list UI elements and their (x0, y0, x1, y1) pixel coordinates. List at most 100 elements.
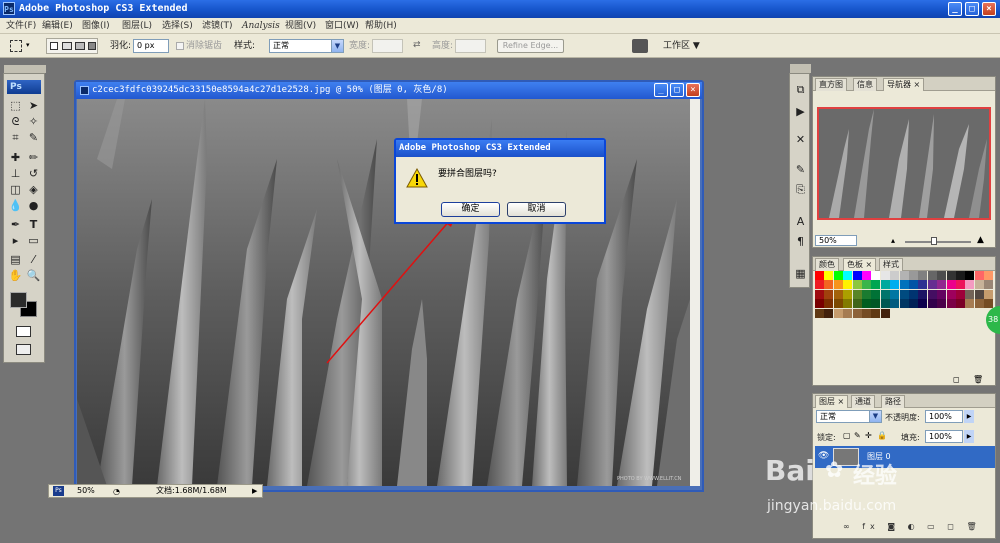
color-swatch[interactable] (824, 289, 834, 299)
color-swatch[interactable] (833, 280, 843, 290)
color-swatch[interactable] (862, 299, 871, 309)
icon-strip-grip[interactable] (790, 64, 811, 73)
color-swatch[interactable] (843, 280, 853, 290)
status-menu-arrow-icon[interactable]: ▶ (252, 485, 257, 497)
subtract-selection-icon[interactable] (75, 42, 85, 50)
color-swatch[interactable] (815, 289, 824, 299)
color-swatch[interactable] (862, 271, 871, 280)
pen-tool-icon[interactable]: ✒ (7, 217, 24, 232)
color-swatch[interactable] (815, 271, 824, 280)
color-swatch[interactable] (946, 289, 956, 299)
color-swatch[interactable] (824, 308, 834, 318)
screen-mode-icon[interactable] (16, 344, 31, 355)
menu-layer[interactable]: 图层(L) (122, 18, 152, 34)
color-swatch[interactable] (946, 280, 956, 290)
color-swatch[interactable] (871, 308, 881, 318)
color-swatch[interactable] (965, 280, 975, 290)
doc-maximize-button[interactable]: □ (670, 83, 684, 97)
color-swatch[interactable] (871, 289, 881, 299)
feather-input[interactable]: 0 px (133, 39, 169, 53)
menu-analysis[interactable]: Analysis (242, 18, 280, 34)
workspace-menu[interactable]: 工作区 ▼ (663, 41, 700, 51)
lock-all-icon[interactable]: 🔒 (877, 431, 887, 440)
color-swatch[interactable] (927, 289, 937, 299)
menu-image[interactable]: 图像(I) (82, 18, 110, 34)
doc-minimize-button[interactable]: _ (654, 83, 668, 97)
menu-edit[interactable]: 编辑(E) (42, 18, 73, 34)
color-swatch[interactable] (909, 271, 918, 280)
color-swatch[interactable] (974, 289, 984, 299)
paragraph-panel-icon[interactable]: ¶ (792, 234, 809, 249)
intersect-selection-icon[interactable] (88, 42, 96, 50)
tab-navigator[interactable]: 导航器 × (883, 78, 925, 91)
tab-info[interactable]: 信息 (853, 78, 877, 91)
clone-source-icon[interactable]: ⎘ (792, 182, 809, 197)
navigator-slider-thumb[interactable] (931, 237, 937, 245)
color-swatch[interactable] (984, 280, 994, 290)
tool-preset-chevron-icon[interactable]: ▾ (26, 41, 30, 49)
brushes-panel-icon[interactable]: ✎ (792, 162, 809, 177)
color-swatch[interactable] (843, 271, 853, 280)
color-swatch[interactable] (880, 299, 890, 309)
move-tool-icon[interactable]: ➤ (25, 98, 42, 113)
marquee-tool-icon[interactable]: ⬚ (7, 98, 24, 113)
tools-panel-grip[interactable] (4, 65, 46, 73)
color-swatch[interactable] (918, 299, 928, 309)
color-swatch[interactable] (890, 289, 900, 299)
refine-edge-button[interactable]: Refine Edge... (497, 39, 564, 53)
color-swatch[interactable] (815, 308, 824, 318)
paint-bucket-icon[interactable]: ◈ (25, 182, 42, 197)
delete-swatch-icon[interactable]: 🗑 (973, 375, 983, 384)
color-swatch[interactable] (890, 271, 900, 280)
color-swatch[interactable] (918, 289, 928, 299)
color-swatch[interactable] (974, 271, 984, 280)
tab-histogram[interactable]: 直方图 (815, 78, 847, 91)
color-swatch[interactable] (880, 280, 890, 290)
actions-panel-icon[interactable]: ▶ (792, 104, 809, 119)
color-swatch[interactable] (833, 308, 843, 318)
navigator-zoom-slider[interactable] (905, 241, 971, 243)
zoom-in-icon[interactable]: ▲ (977, 235, 984, 245)
eyedropper-icon[interactable]: ⁄ (25, 252, 42, 267)
color-swatch[interactable] (880, 271, 890, 280)
color-swatch[interactable] (956, 271, 965, 280)
tab-layers[interactable]: 图层 × (815, 395, 849, 408)
color-swatch[interactable] (880, 308, 890, 318)
dodge-tool-icon[interactable]: ● (25, 198, 42, 213)
close-button[interactable]: × (982, 2, 996, 16)
lock-image-icon[interactable]: ✎ (854, 431, 861, 440)
ok-button[interactable]: 确定 (441, 202, 500, 217)
tab-swatches[interactable]: 色板 × (843, 258, 877, 271)
menu-filter[interactable]: 滤镜(T) (202, 18, 233, 34)
color-swatch[interactable] (862, 308, 871, 318)
menu-help[interactable]: 帮助(H) (365, 18, 397, 34)
color-swatch[interactable] (984, 271, 994, 280)
blur-tool-icon[interactable]: 💧 (7, 198, 24, 213)
navigator-zoom-input[interactable]: 50% (815, 235, 857, 246)
color-swatch[interactable] (899, 289, 909, 299)
menu-view[interactable]: 视图(V) (285, 18, 316, 34)
color-swatch[interactable] (833, 271, 843, 280)
color-swatch[interactable] (843, 289, 853, 299)
fill-arrow-icon[interactable]: ▶ (964, 430, 974, 443)
color-swatch[interactable] (852, 280, 862, 290)
zoom-out-icon[interactable]: ▴ (891, 236, 895, 245)
opacity-input[interactable]: 100% (925, 410, 963, 423)
type-tool-icon[interactable]: T (25, 217, 42, 232)
vertical-scrollbar[interactable] (690, 99, 700, 486)
color-swatch[interactable] (974, 280, 984, 290)
color-swatch[interactable] (918, 280, 928, 290)
color-swatch[interactable] (909, 289, 918, 299)
color-swatch[interactable] (890, 299, 900, 309)
height-input[interactable] (455, 39, 486, 53)
color-swatch[interactable] (880, 289, 890, 299)
opacity-arrow-icon[interactable]: ▶ (964, 410, 974, 423)
tab-paths[interactable]: 路径 (881, 395, 905, 408)
color-swatch[interactable] (937, 271, 947, 280)
lasso-tool-icon[interactable]: ᘓ (7, 114, 24, 129)
history-brush-icon[interactable]: ↺ (25, 166, 42, 181)
quick-mask-icon[interactable] (16, 326, 31, 337)
color-swatch[interactable] (833, 289, 843, 299)
color-swatch[interactable] (833, 299, 843, 309)
color-swatch[interactable] (824, 299, 834, 309)
